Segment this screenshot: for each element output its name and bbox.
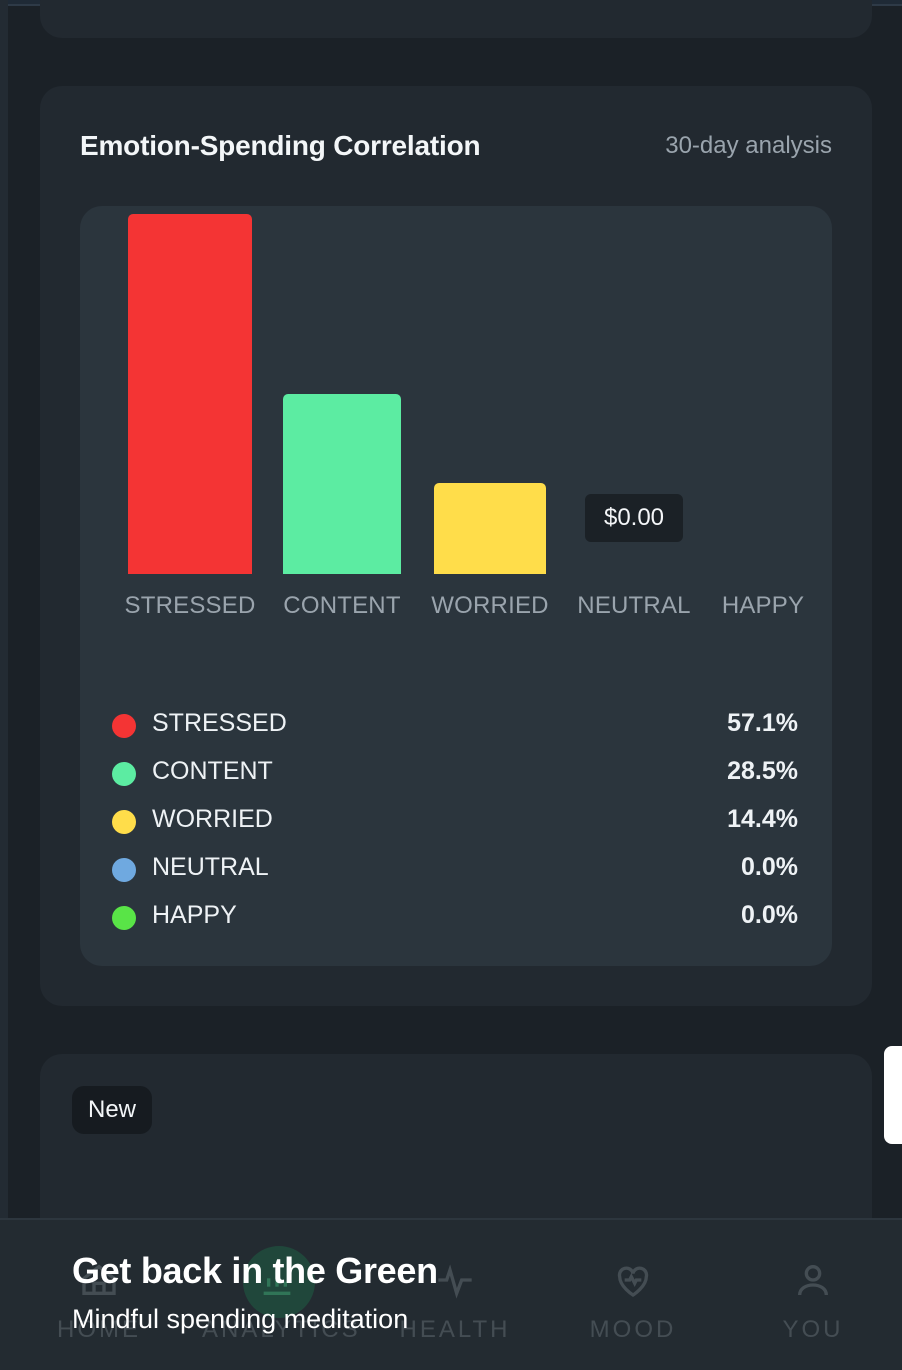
card-title: Emotion-Spending Correlation <box>80 130 481 161</box>
chart-panel: STRESSED CONTENT WORRIED NEUTRAL HAPPY $0.00… <box>80 206 832 966</box>
legend-value: 14.4% <box>727 805 798 833</box>
promo-subtitle: Mindful spending meditation <box>72 1304 409 1334</box>
x-tick-label: WORRIED <box>431 592 549 619</box>
previous-card <box>40 0 872 38</box>
nav-you[interactable]: YOU <box>738 1260 888 1344</box>
emotion-spending-card: Emotion-Spending Correlation 30-day anal… <box>40 86 872 1006</box>
legend-value: 57.1% <box>727 709 798 737</box>
legend-label: CONTENT <box>152 757 273 785</box>
heart-pulse-icon <box>617 1266 649 1297</box>
legend-dot-neutral <box>112 858 136 882</box>
legend-label: NEUTRAL <box>152 853 269 881</box>
chart-tooltip: $0.00 <box>585 494 683 542</box>
card-subtitle: 30-day analysis <box>665 132 832 159</box>
x-tick-label: CONTENT <box>283 592 401 619</box>
legend-item: WORRIED 14.4% <box>112 802 798 850</box>
side-feedback-tab[interactable] <box>884 1046 902 1144</box>
promo-text: Get back in the Green Mindful spending m… <box>72 1250 438 1335</box>
legend-label: HAPPY <box>152 901 237 929</box>
legend-item: CONTENT 28.5% <box>112 754 798 802</box>
x-tick-label: HAPPY <box>721 592 805 619</box>
bar-worried[interactable] <box>434 483 546 574</box>
bar-content[interactable] <box>283 394 401 574</box>
legend-dot-happy <box>112 906 136 930</box>
x-tick-label: NEUTRAL <box>577 592 691 619</box>
nav-label: YOU <box>782 1316 844 1343</box>
legend-item: HAPPY 0.0% <box>112 898 798 946</box>
nav-label: MOOD <box>589 1316 677 1343</box>
promo-title: Get back in the Green <box>72 1250 438 1291</box>
legend-value: 0.0% <box>741 901 798 929</box>
left-edge <box>0 0 8 1370</box>
bar-stressed[interactable] <box>128 214 252 574</box>
legend-item: STRESSED 57.1% <box>112 706 798 754</box>
legend-label: WORRIED <box>152 805 273 833</box>
legend-value: 28.5% <box>727 757 798 785</box>
legend: STRESSED 57.1% CONTENT 28.5% WORRIED 14.… <box>112 706 798 946</box>
legend-dot-worried <box>112 810 136 834</box>
legend-dot-content <box>112 762 136 786</box>
x-tick-label: STRESSED <box>124 592 256 619</box>
legend-item: NEUTRAL 0.0% <box>112 850 798 898</box>
legend-dot-stressed <box>112 714 136 738</box>
user-icon <box>798 1265 828 1296</box>
legend-label: STRESSED <box>152 709 287 737</box>
new-badge: New <box>72 1086 153 1134</box>
nav-mood[interactable]: MOOD <box>558 1260 708 1344</box>
legend-value: 0.0% <box>741 853 798 881</box>
pulse-icon <box>438 1264 472 1299</box>
